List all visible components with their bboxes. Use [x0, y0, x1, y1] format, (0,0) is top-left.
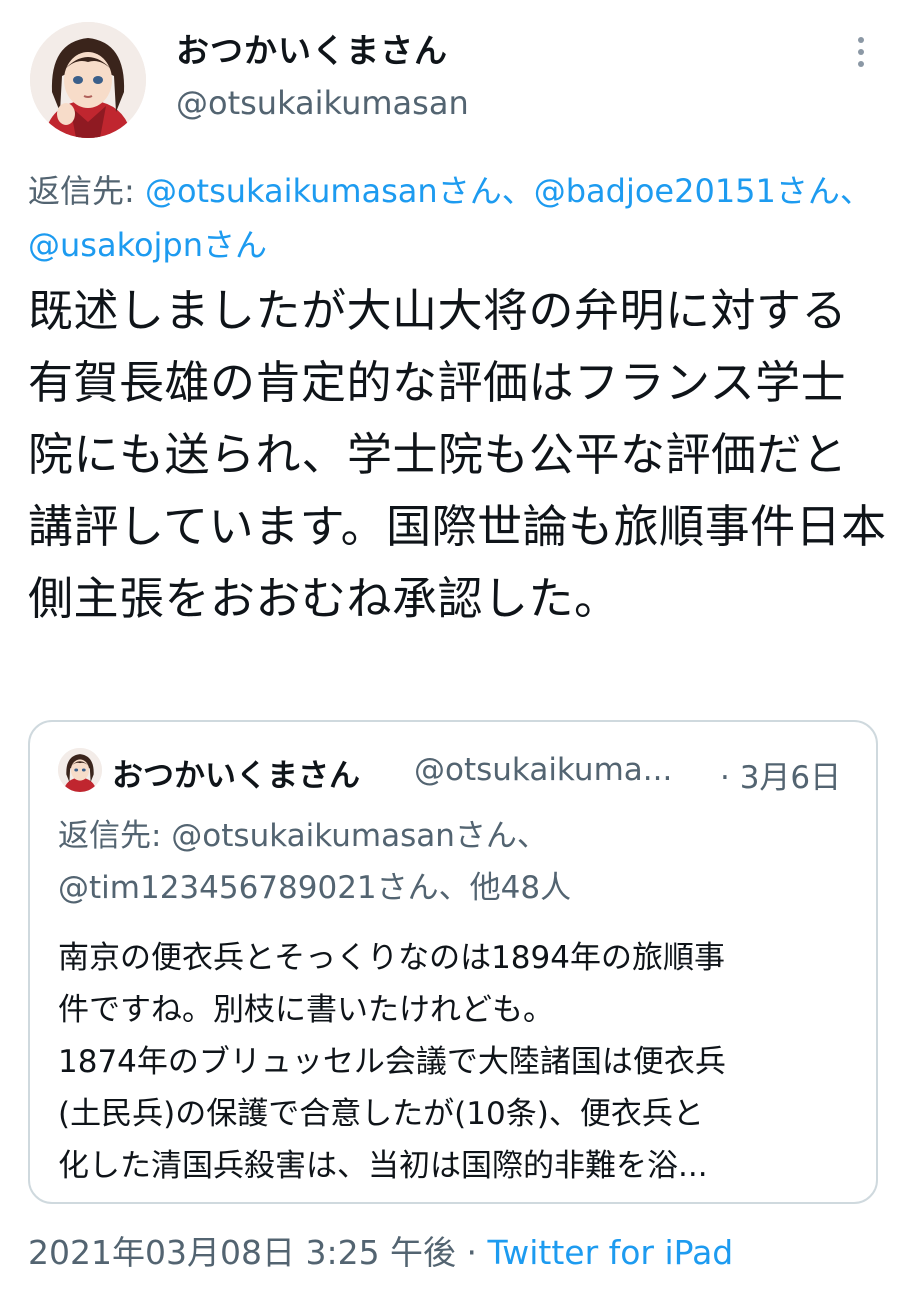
quoted-tweet-text: 南京の便衣兵とそっくりなのは1894年の旅順事 件ですね。別枝に書いたけれども。… [58, 932, 858, 1192]
tweet-meta: 2021年03月08日 3:25 午後 · Twitter for iPad [28, 1226, 733, 1274]
quoted-author-handle: @otsukaikuma... [414, 752, 673, 788]
avatar-illustration [30, 22, 146, 138]
quoted-reply-to-line: 返信先: @otsukaikumasanさん、@tim123456789021さ… [58, 818, 572, 906]
author-display-name[interactable]: おつかいくまさん [176, 24, 448, 72]
quoted-text-line: 1874年のブリュッセル会議で大陸諸国は便衣兵 [58, 1044, 726, 1080]
tweet-text: 既述しましたが大山大将の弁明に対する有賀長雄の肯定的な評価はフランス学士院にも送… [28, 284, 887, 625]
quoted-author-avatar [58, 748, 102, 792]
avatar-illustration [58, 748, 102, 792]
author-avatar[interactable] [30, 22, 146, 138]
reply-mention-link[interactable]: @otsukaikumasanさん、 [145, 172, 534, 210]
tweet-source-link[interactable]: Twitter for iPad [488, 1233, 734, 1272]
reply-mention-link[interactable]: @badjoe20151さん、 [534, 172, 872, 210]
reply-mention-link[interactable]: @usakojpnさん [28, 226, 267, 264]
quoted-tweet-date: · 3月6日 [720, 760, 842, 796]
quoted-text-line: (土民兵)の保護で合意したが(10条)、便衣兵と [58, 1096, 704, 1132]
reply-to-line: 返信先: @otsukaikumasanさん、@badjoe20151さん、 @u… [28, 164, 888, 272]
quoted-text-line: 件ですね。別枝に書いたけれども。 [58, 992, 554, 1028]
quoted-author-name: おつかいくまさん [112, 758, 360, 794]
more-vertical-icon[interactable] [846, 34, 876, 70]
quoted-text-line: 南京の便衣兵とそっくりなのは1894年の旅順事 [58, 940, 725, 976]
tweet-timestamp[interactable]: 2021年03月08日 3:25 午後 · [28, 1233, 488, 1272]
quoted-text-line: 化した清国兵殺害は、当初は国際的非難を浴... [58, 1148, 708, 1184]
tweet-header: おつかいくまさん @otsukaikumasan [0, 0, 908, 150]
reply-to-prefix: 返信先: [28, 172, 145, 210]
author-handle[interactable]: @otsukaikumasan [176, 84, 469, 122]
quoted-tweet-card[interactable]: おつかいくまさん @otsukaikuma... · 3月6日 返信先: @ot… [28, 720, 878, 1204]
